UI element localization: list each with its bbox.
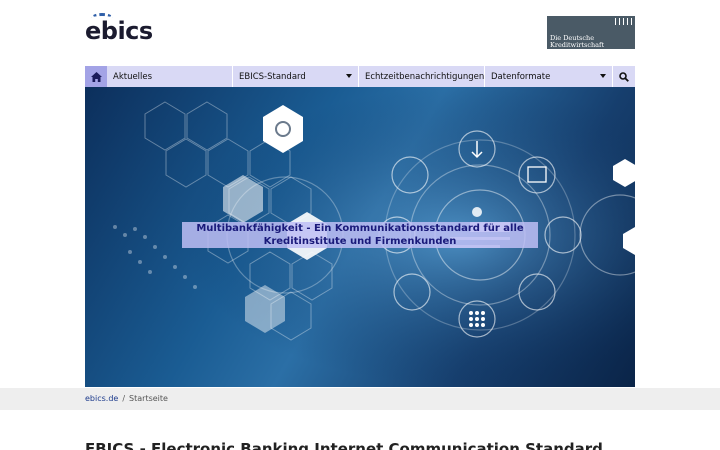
hero-caption-line1: Multibankfähigkeit - Ein Kommunikationss… <box>196 223 524 234</box>
nav-item-label: Datenformate <box>491 71 551 82</box>
page-title: EBICS - Electronic Banking Internet Comm… <box>85 440 603 450</box>
chevron-down-icon <box>600 74 606 78</box>
hero-caption: Multibankfähigkeit - Ein Kommunikationss… <box>182 222 538 248</box>
nav-home-button[interactable] <box>85 66 107 87</box>
dk-bars-icon <box>615 18 632 25</box>
search-icon <box>619 71 629 82</box>
breadcrumb: ebics.de / Startseite <box>85 394 168 403</box>
nav-search-button[interactable] <box>613 66 635 87</box>
nav-item-label: Echtzeitbenachrichtigungen <box>365 71 485 82</box>
nav-item-datenformate[interactable]: Datenformate <box>485 66 613 87</box>
nav-item-echtzeitbenachrichtigungen[interactable]: Echtzeitbenachrichtigungen <box>359 66 485 87</box>
breadcrumb-current: Startseite <box>129 394 168 403</box>
hero-caption-line2: Kreditinstitute und Firmenkunden <box>263 236 457 247</box>
site-header: ebics Die Deutsche Kreditwirtschaft <box>85 0 635 66</box>
logo-arc-icon <box>91 13 113 23</box>
main-nav: Aktuelles EBICS-Standard Echtzeitbenachr… <box>85 66 635 87</box>
home-icon <box>90 71 102 82</box>
breadcrumb-bar: ebics.de / Startseite <box>0 388 720 410</box>
nav-item-aktuelles[interactable]: Aktuelles <box>107 66 233 87</box>
dk-partner-logo[interactable]: Die Deutsche Kreditwirtschaft <box>547 16 635 49</box>
dk-line2: Kreditwirtschaft <box>550 41 605 49</box>
nav-item-label: Aktuelles <box>113 71 153 82</box>
ebics-logo[interactable]: ebics <box>85 13 153 45</box>
chevron-down-icon <box>346 74 352 78</box>
breadcrumb-separator: / <box>122 394 126 403</box>
hero-banner: Multibankfähigkeit - Ein Kommunikationss… <box>85 87 635 387</box>
nav-item-label: EBICS-Standard <box>239 71 306 82</box>
nav-item-ebics-standard[interactable]: EBICS-Standard <box>233 66 359 87</box>
breadcrumb-home-link[interactable]: ebics.de <box>85 394 118 403</box>
